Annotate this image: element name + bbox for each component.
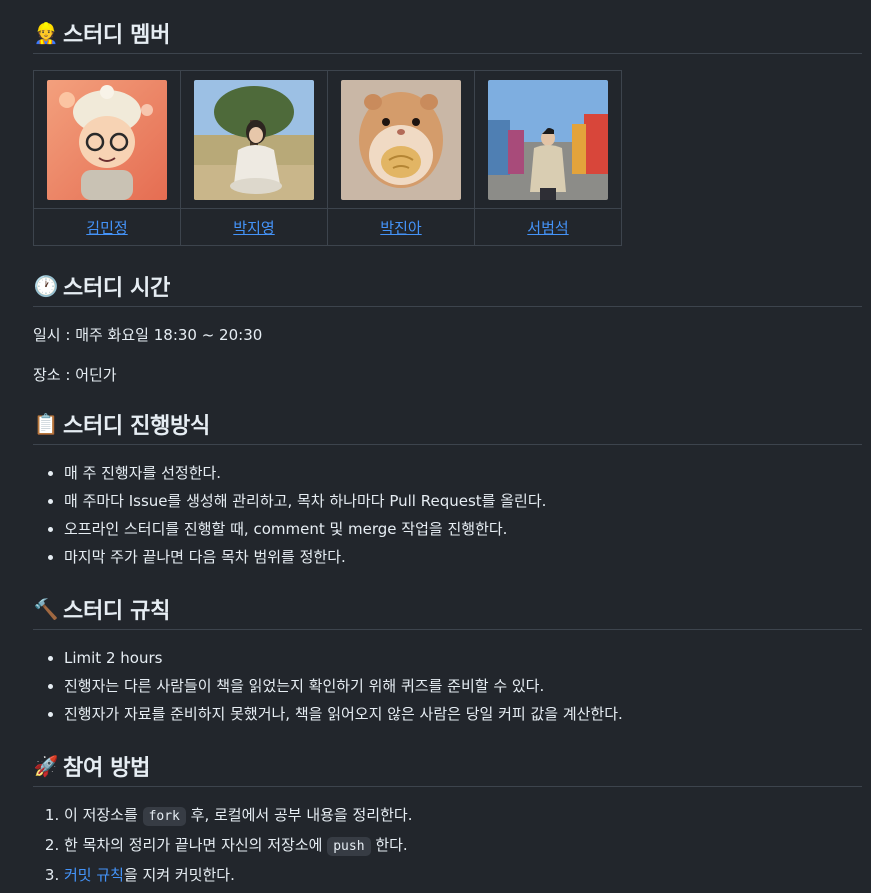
time-section: 🕐 스터디 시간 일시 : 매주 화요일 18:30 ~ 20:30 장소 : … xyxy=(33,265,862,387)
list-item: 한 목차의 정리가 끝나면 자신의 저장소에 push 한다. xyxy=(64,833,862,859)
join-heading: 🚀 참여 방법 xyxy=(33,745,862,787)
members-heading: 👷 스터디 멤버 xyxy=(33,12,862,54)
members-section: 👷 스터디 멤버 김민정 박지영 박진아 서범석 xyxy=(33,0,862,246)
rocket-icon: 🚀 xyxy=(33,753,59,778)
list-item: 이 저장소를 fork 후, 로컬에서 공부 내용을 정리한다. xyxy=(64,803,862,829)
member-link-kimminjeong[interactable]: 김민정 xyxy=(86,219,127,237)
join-section: 🚀 참여 방법 이 저장소를 fork 후, 로컬에서 공부 내용을 정리한다.… xyxy=(33,745,862,887)
member-photo-cell xyxy=(474,70,622,209)
member-photo-seobeomseok[interactable] xyxy=(488,79,608,200)
member-name-cell: 김민정 xyxy=(33,208,181,246)
worker-icon: 👷 xyxy=(33,20,59,45)
step-text: 후, 로컬에서 공부 내용을 정리한다. xyxy=(190,806,413,824)
step-text: 한다. xyxy=(375,836,408,854)
step-text: 을 지켜 커밋한다. xyxy=(123,866,235,884)
readme-page: 👷 스터디 멤버 김민정 박지영 박진아 서범석 🕐 스터디 시간 일시: 매… xyxy=(0,0,871,893)
process-list: 매 주 진행자를 선정한다. 매 주마다 Issue를 생성해 관리하고, 목차… xyxy=(33,461,862,569)
member-photo-parkjina[interactable] xyxy=(341,79,461,200)
list-item: 커밋 규칙을 지켜 커밋한다. xyxy=(64,863,862,887)
members-table: 김민정 박지영 박진아 서범석 xyxy=(33,70,622,246)
member-link-parkjiyoung[interactable]: 박지영 xyxy=(233,219,274,237)
list-item: 매 주마다 Issue를 생성해 관리하고, 목차 하나마다 Pull Requ… xyxy=(64,489,862,513)
place-text: 장소 : 어딘가 xyxy=(33,366,117,384)
rules-section: 🔨 스터디 규칙 Limit 2 hours 진행자는 다른 사람들이 책을 읽… xyxy=(33,588,862,726)
commit-rules-link[interactable]: 커밋 규칙 xyxy=(64,866,124,884)
list-item: Limit 2 hours xyxy=(64,646,862,670)
process-section: 📋 스터디 진행방식 매 주 진행자를 선정한다. 매 주마다 Issue를 생… xyxy=(33,403,862,569)
time-title: 스터디 시간 xyxy=(63,275,171,301)
member-photo-parkjiyoung[interactable] xyxy=(194,79,314,200)
list-item: 진행자가 자료를 준비하지 못했거나, 책을 읽어오지 않은 사람은 당일 커피… xyxy=(64,702,862,726)
member-photo-kimminjeong[interactable] xyxy=(47,79,167,200)
members-title: 스터디 멤버 xyxy=(63,22,171,48)
member-link-seobeomseok[interactable]: 서범석 xyxy=(527,219,568,237)
clipboard-icon: 📋 xyxy=(33,411,59,436)
list-item: 오프라인 스터디를 진행할 때, comment 및 merge 작업을 진행한… xyxy=(64,517,862,541)
inline-code: push xyxy=(327,837,371,856)
schedule-text: 일시 : 매주 화요일 18:30 ~ 20:30 xyxy=(33,326,263,344)
member-link-parkjina[interactable]: 박진아 xyxy=(380,219,421,237)
step-text: 이 저장소를 xyxy=(64,806,138,824)
process-heading: 📋 스터디 진행방식 xyxy=(33,403,862,445)
member-photo-cell xyxy=(180,70,328,209)
time-heading: 🕐 스터디 시간 xyxy=(33,265,862,307)
member-photo-cell xyxy=(327,70,475,209)
join-steps: 이 저장소를 fork 후, 로컬에서 공부 내용을 정리한다. 한 목차의 정… xyxy=(33,803,862,887)
clock-icon: 🕐 xyxy=(33,273,59,298)
hammer-icon: 🔨 xyxy=(33,596,59,621)
step-text: 한 목차의 정리가 끝나면 자신의 저장소에 xyxy=(64,836,323,854)
member-photo-cell xyxy=(33,70,181,209)
process-title: 스터디 진행방식 xyxy=(63,413,210,439)
member-name-cell: 서범석 xyxy=(474,208,622,246)
list-item: 마지막 주가 끝나면 다음 목차 범위를 정한다. xyxy=(64,545,862,569)
rules-title: 스터디 규칙 xyxy=(63,598,171,624)
join-title: 참여 방법 xyxy=(63,755,151,781)
list-item: 매 주 진행자를 선정한다. xyxy=(64,461,862,485)
rules-list: Limit 2 hours 진행자는 다른 사람들이 책을 읽었는지 확인하기 … xyxy=(33,646,862,726)
list-item: 진행자는 다른 사람들이 책을 읽었는지 확인하기 위해 퀴즈를 준비할 수 있… xyxy=(64,674,862,698)
rules-heading: 🔨 스터디 규칙 xyxy=(33,588,862,630)
inline-code: fork xyxy=(142,807,186,826)
member-name-cell: 박진아 xyxy=(327,208,475,246)
member-name-cell: 박지영 xyxy=(180,208,328,246)
